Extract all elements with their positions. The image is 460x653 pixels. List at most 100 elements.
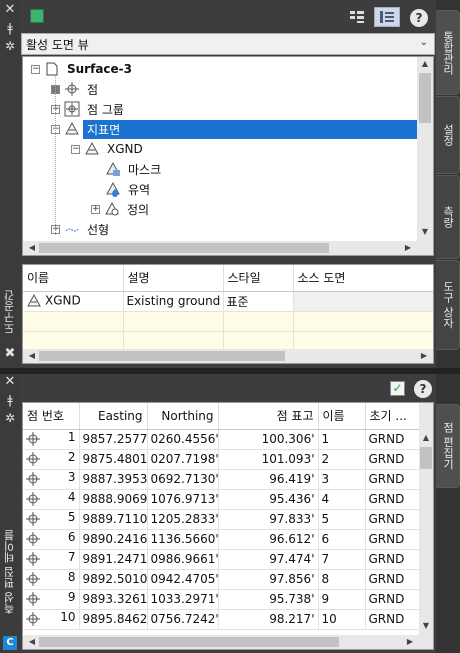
elevation-cell[interactable]: 95.436': [218, 489, 319, 510]
col-header-point-number[interactable]: 점 번호: [23, 403, 80, 430]
name-cell[interactable]: 4: [318, 489, 366, 510]
raw-description-cell[interactable]: GRND: [365, 429, 420, 450]
list-view-icon[interactable]: [374, 7, 400, 27]
scroll-left-icon[interactable]: ◀: [25, 243, 39, 252]
raw-description-cell[interactable]: GRND: [365, 449, 420, 470]
point-number-cell[interactable]: 4: [23, 489, 80, 510]
northing-cell[interactable]: 1205.2833': [147, 509, 219, 530]
easting-cell[interactable]: 9895.8462': [79, 609, 148, 630]
col-header-elevation[interactable]: 점 표고: [218, 403, 319, 430]
northing-cell[interactable]: 1076.9713': [147, 489, 219, 510]
elevation-cell[interactable]: 98.217': [218, 609, 319, 630]
northing-cell[interactable]: 0756.7242': [147, 609, 219, 630]
raw-description-cell[interactable]: GRND: [365, 509, 420, 530]
point-number-cell[interactable]: 10: [23, 609, 80, 630]
northing-cell[interactable]: 0942.4705': [147, 569, 219, 590]
easting-cell[interactable]: 9875.4801': [79, 449, 148, 470]
point-number-cell[interactable]: 8: [23, 569, 80, 590]
elevation-cell[interactable]: 100.306': [218, 429, 319, 450]
scroll-thumb[interactable]: [39, 637, 339, 647]
table-row[interactable]: 6 9890.2416' 1136.5660' 96.612' 6 GRND: [23, 529, 420, 550]
name-cell[interactable]: 5: [318, 509, 366, 530]
table-row[interactable]: 4 9888.9069' 1076.9713' 95.436' 4 GRND: [23, 489, 420, 510]
raw-description-cell[interactable]: GRND: [365, 549, 420, 570]
table-row[interactable]: 2 9875.4801' 0207.7198' 101.093' 2 GRND: [23, 449, 420, 470]
name-cell[interactable]: 2: [318, 449, 366, 470]
col-header-raw-description[interactable]: 초기 ...: [365, 403, 420, 430]
scroll-right-icon[interactable]: ▶: [401, 243, 415, 252]
name-cell[interactable]: 9: [318, 589, 366, 610]
easting-cell[interactable]: 9891.2471': [79, 549, 148, 570]
northing-cell[interactable]: 1136.5660': [147, 529, 219, 550]
tree-item-definition[interactable]: + 정의: [91, 199, 153, 219]
tab-survey[interactable]: 측량: [436, 175, 460, 259]
point-number-cell[interactable]: 5: [23, 509, 80, 530]
col-header-source[interactable]: 소스 도면: [293, 265, 433, 292]
northing-cell[interactable]: 0692.7130': [147, 469, 219, 490]
col-header-easting[interactable]: Easting: [79, 403, 148, 430]
elevation-cell[interactable]: 95.738': [218, 589, 319, 610]
scroll-left-icon[interactable]: ◀: [25, 351, 39, 360]
elevation-cell[interactable]: 96.612': [218, 529, 319, 550]
name-cell[interactable]: 8: [318, 569, 366, 590]
easting-cell[interactable]: 9887.3953': [79, 469, 148, 490]
name-cell[interactable]: 1: [318, 429, 366, 450]
tree-item-watersheds[interactable]: 유역: [105, 179, 154, 199]
table-row[interactable]: 7 9891.2471' 0986.9661' 97.474' 7 GRND: [23, 549, 420, 570]
point-number-cell[interactable]: 2: [23, 449, 80, 470]
raw-description-cell[interactable]: GRND: [365, 589, 420, 610]
close-icon[interactable]: ✕: [2, 375, 18, 388]
northing-cell[interactable]: 0260.4556': [147, 429, 219, 450]
tab-toolbox[interactable]: 도구 상자: [436, 260, 460, 350]
easting-cell[interactable]: 9889.7110': [79, 509, 148, 530]
help-icon[interactable]: ?: [410, 9, 428, 27]
col-header-name[interactable]: 이름: [23, 265, 124, 292]
point-number-cell[interactable]: 1: [23, 429, 80, 450]
tree-item-surface3[interactable]: − Surface-3: [31, 59, 136, 79]
raw-description-cell[interactable]: GRND: [365, 489, 420, 510]
tree-item-alignments[interactable]: + 선형: [51, 219, 113, 239]
elevation-cell[interactable]: 97.833': [218, 509, 319, 530]
table-row[interactable]: 9 9893.3261' 1033.2971' 95.738' 9 GRND: [23, 589, 420, 610]
name-cell[interactable]: 7: [318, 549, 366, 570]
scroll-thumb[interactable]: [420, 447, 432, 469]
table-row[interactable]: 3 9887.3953' 0692.7130' 96.419' 3 GRND: [23, 469, 420, 490]
tab-settings[interactable]: 설정: [436, 96, 460, 174]
col-header-name[interactable]: 이름: [318, 403, 366, 430]
easting-cell[interactable]: 9893.3261': [79, 589, 148, 610]
easting-cell[interactable]: 9890.2416': [79, 529, 148, 550]
scroll-up-icon[interactable]: ▲: [418, 59, 432, 68]
point-number-cell[interactable]: 7: [23, 549, 80, 570]
points-vertical-scrollbar[interactable]: ▲ ▼: [419, 403, 433, 635]
elevation-cell[interactable]: 96.419': [218, 469, 319, 490]
scroll-right-icon[interactable]: ▶: [417, 351, 431, 360]
close-icon[interactable]: ✕: [2, 3, 18, 16]
view-combo[interactable]: 활성 도면 뷰 ⌄: [21, 33, 435, 55]
col-header-style[interactable]: 스타일: [223, 265, 294, 292]
tree-item-point-groups[interactable]: + 점 그룹: [51, 99, 128, 119]
tree-item-points[interactable]: 점: [51, 79, 102, 99]
auto-hide-icon[interactable]: ǂ: [2, 22, 18, 34]
elevation-cell[interactable]: 97.474': [218, 549, 319, 570]
properties-icon[interactable]: ✲: [2, 412, 18, 424]
northing-cell[interactable]: 1033.2971': [147, 589, 219, 610]
northing-cell[interactable]: 0986.9661': [147, 549, 219, 570]
name-cell[interactable]: 6: [318, 529, 366, 550]
elevation-cell[interactable]: 97.856': [218, 569, 319, 590]
checkmark-icon[interactable]: ✓: [390, 381, 405, 396]
scroll-thumb[interactable]: [39, 351, 285, 361]
point-number-cell[interactable]: 3: [23, 469, 80, 490]
easting-cell[interactable]: 9857.2577': [79, 429, 148, 450]
scroll-down-icon[interactable]: ▼: [419, 621, 433, 630]
easting-cell[interactable]: 9888.9069': [79, 489, 148, 510]
col-header-description[interactable]: 설명: [123, 265, 224, 292]
tree-item-masks[interactable]: 마스크: [105, 159, 165, 179]
raw-description-cell[interactable]: GRND: [365, 569, 420, 590]
tree-horizontal-scrollbar[interactable]: ◀ ▶: [23, 241, 433, 255]
properties-icon[interactable]: ✲: [2, 40, 18, 52]
name-cell[interactable]: 3: [318, 469, 366, 490]
table-row[interactable]: 5 9889.7110' 1205.2833' 97.833' 5 GRND: [23, 509, 420, 530]
tab-point-editor[interactable]: 점 편집기: [436, 404, 460, 488]
table-row[interactable]: 1 9857.2577' 0260.4556' 100.306' 1 GRND: [23, 429, 420, 450]
collapse-icon[interactable]: −: [31, 64, 40, 74]
